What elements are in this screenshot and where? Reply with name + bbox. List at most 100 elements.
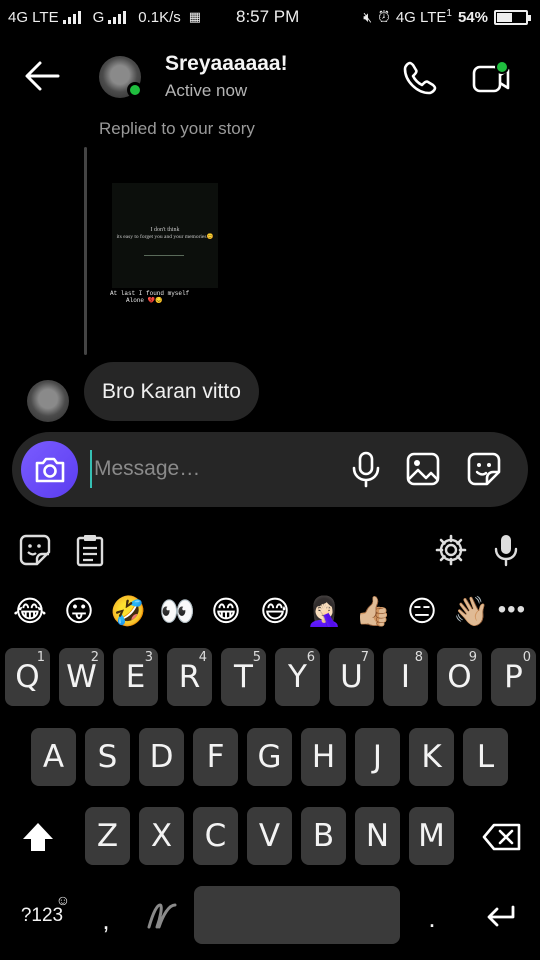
backspace-key[interactable] xyxy=(478,812,526,862)
key-d[interactable]: D xyxy=(139,728,184,786)
key-label: C xyxy=(204,818,227,854)
story-caption-line1: At last I found myself xyxy=(110,290,190,297)
key-o[interactable]: O9 xyxy=(437,648,482,706)
key-m[interactable]: M xyxy=(409,807,454,865)
alarm-icon: ⏰︎ xyxy=(378,8,390,26)
keyboard-toolbar xyxy=(0,528,540,574)
clipboard-icon[interactable] xyxy=(72,532,108,568)
clock: 8:57 PM xyxy=(236,7,300,26)
status-bar: 4G LTE G 0.1K/s ▦ 8:57 PM 🔇︎ ⏰︎ 4G LTE1 … xyxy=(0,0,540,34)
key-j[interactable]: J xyxy=(355,728,400,786)
battery-icon xyxy=(494,9,531,25)
story-thumbnail[interactable]: I don't think its easy to forget you and… xyxy=(112,183,218,288)
shift-key[interactable] xyxy=(16,812,60,862)
key-e[interactable]: E3 xyxy=(113,648,158,706)
key-v[interactable]: V xyxy=(247,807,292,865)
key-a[interactable]: A xyxy=(31,728,76,786)
key-label: M xyxy=(418,818,445,854)
replied-to-story-label: Replied to your story xyxy=(99,119,255,138)
network-label-1: 4G LTE xyxy=(8,8,59,26)
story-text-line1: I don't think xyxy=(150,227,180,233)
spacebar[interactable] xyxy=(194,886,400,944)
online-indicator xyxy=(127,82,143,98)
key-label: G xyxy=(257,739,282,775)
key-u[interactable]: U7 xyxy=(329,648,374,706)
key-s[interactable]: S xyxy=(85,728,130,786)
emoji-suggestion[interactable]: 👋🏼 xyxy=(451,588,491,634)
key-t[interactable]: T5 xyxy=(221,648,266,706)
emoji-suggestion[interactable]: 🤣 xyxy=(108,588,148,634)
key-label: R xyxy=(178,659,201,695)
key-z[interactable]: Z xyxy=(85,807,130,865)
key-h[interactable]: H xyxy=(301,728,346,786)
emoji-suggestion[interactable]: 😁 xyxy=(206,588,246,634)
key-label: K xyxy=(421,739,442,775)
camera-icon[interactable] xyxy=(21,441,78,498)
emoji-suggestion[interactable]: 👍🏼 xyxy=(353,588,393,634)
key-number-hint: 3 xyxy=(144,650,153,665)
key-label: L xyxy=(476,739,495,775)
key-n[interactable]: N xyxy=(355,807,400,865)
key-number-hint: 2 xyxy=(90,650,99,665)
key-label: E xyxy=(125,659,146,695)
handwriting-icon[interactable] xyxy=(142,896,182,936)
key-f[interactable]: F xyxy=(193,728,238,786)
emoji-suggestions: 😂 😛 🤣 👀 😁 😅 🤦🏻‍♀️ 👍🏼 😑 👋🏼 ••• xyxy=(0,588,540,634)
story-caption-line2: Alone 💔😔 xyxy=(126,297,163,304)
emoji-suggestion[interactable]: 🤦🏻‍♀️ xyxy=(304,588,344,634)
contact-name[interactable]: Sreyaaaaaa! xyxy=(165,52,288,76)
keyboard-sticker-icon[interactable] xyxy=(17,532,53,568)
key-l[interactable]: L xyxy=(463,728,508,786)
key-number-hint: 5 xyxy=(252,650,261,665)
period-key[interactable]: . xyxy=(420,898,444,938)
key-r[interactable]: R4 xyxy=(167,648,212,706)
key-number-hint: 7 xyxy=(360,650,369,665)
net-speed: 0.1K/s xyxy=(138,8,181,26)
video-call-icon[interactable] xyxy=(470,58,514,98)
battery-percent: 54% xyxy=(457,8,488,26)
key-label: I xyxy=(400,659,411,695)
symbols-key[interactable]: ?123 ☺ xyxy=(12,892,72,936)
signal-icon-2 xyxy=(108,10,127,24)
key-x[interactable]: X xyxy=(139,807,184,865)
key-q[interactable]: Q1 xyxy=(5,648,50,706)
key-label: S xyxy=(97,739,118,775)
enter-key[interactable] xyxy=(478,894,524,938)
key-w[interactable]: W2 xyxy=(59,648,104,706)
key-number-hint: 6 xyxy=(306,650,315,665)
gallery-icon[interactable] xyxy=(404,450,442,488)
key-label: U xyxy=(340,659,363,695)
emoji-suggestion[interactable]: 😛 xyxy=(59,588,99,634)
key-label: P xyxy=(504,659,523,695)
sender-avatar[interactable] xyxy=(27,380,69,422)
key-c[interactable]: C xyxy=(193,807,238,865)
voice-input-icon[interactable] xyxy=(488,532,524,568)
microphone-icon[interactable] xyxy=(348,450,384,488)
emoji-suggestion[interactable]: 😅 xyxy=(255,588,295,634)
key-b[interactable]: B xyxy=(301,807,346,865)
key-k[interactable]: K xyxy=(409,728,454,786)
key-label: A xyxy=(42,739,65,775)
key-number-hint: 9 xyxy=(468,650,477,665)
contact-status: Active now xyxy=(165,81,248,100)
sticker-icon[interactable] xyxy=(465,450,503,488)
emoji-suggestion[interactable]: 😂 xyxy=(10,588,50,634)
emoji-suggestion[interactable]: 😑 xyxy=(402,588,442,634)
message-bubble[interactable]: Bro Karan vitto xyxy=(84,362,259,421)
key-number-hint: 4 xyxy=(198,650,207,665)
key-g[interactable]: G xyxy=(247,728,292,786)
key-i[interactable]: I8 xyxy=(383,648,428,706)
comma-key[interactable]: , xyxy=(92,900,120,940)
network-label-3: 4G LTE1 xyxy=(395,8,452,26)
keyboard-status-icon: ▦ xyxy=(188,9,202,24)
key-label: N xyxy=(365,818,390,854)
back-arrow-icon[interactable] xyxy=(22,58,62,94)
emoji-suggestion[interactable]: 👀 xyxy=(157,588,197,634)
key-y[interactable]: Y6 xyxy=(275,648,320,706)
key-label: V xyxy=(258,818,281,854)
more-emoji-icon[interactable]: ••• xyxy=(498,596,526,624)
phone-icon[interactable] xyxy=(400,58,440,98)
settings-gear-icon[interactable] xyxy=(433,532,469,568)
key-p[interactable]: P0 xyxy=(491,648,536,706)
message-input[interactable] xyxy=(90,450,330,488)
